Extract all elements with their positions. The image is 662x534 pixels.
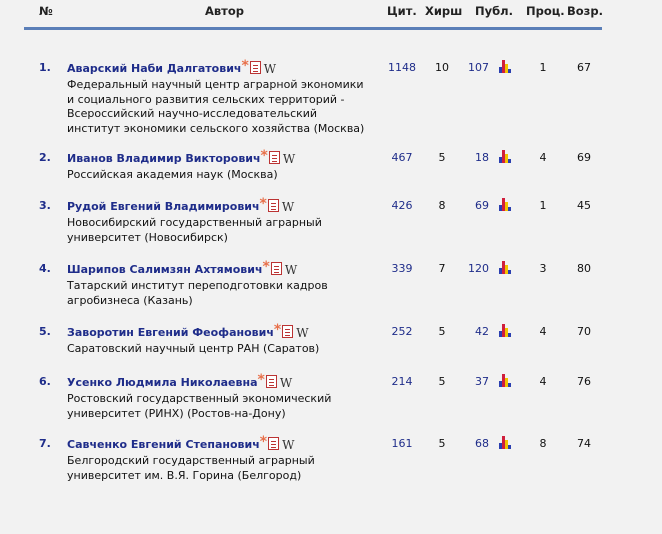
citations-link[interactable]: 214 (377, 375, 427, 388)
asterisk-icon: * (260, 148, 268, 164)
author-name[interactable]: Рудой Евгений Владимирович (67, 200, 260, 213)
author-organization: Ростовский государственный экономический… (67, 392, 332, 420)
row-number: 4. (39, 262, 51, 275)
citations-link[interactable]: 252 (377, 325, 427, 338)
publications-link[interactable]: 18 (449, 151, 489, 164)
author-name-link[interactable]: Аварский Наби Далгатович* W (67, 58, 276, 77)
age-value: 67 (577, 61, 591, 74)
wiki-icon[interactable]: W (285, 263, 297, 277)
header-rule (24, 27, 602, 30)
age-value: 80 (577, 262, 591, 275)
publications-link[interactable]: 107 (449, 61, 489, 74)
wiki-icon[interactable]: W (283, 152, 295, 166)
citations-link[interactable]: 467 (377, 151, 427, 164)
publications-link[interactable]: 69 (449, 199, 489, 212)
asterisk-icon: * (241, 58, 249, 74)
bar-chart-icon[interactable] (499, 150, 511, 163)
citations-link[interactable]: 426 (377, 199, 427, 212)
author-name[interactable]: Заворотин Евгений Феофанович (67, 326, 274, 339)
bar-chart-icon[interactable] (499, 436, 511, 449)
header-cit: Цит. (387, 4, 417, 18)
row-number: 3. (39, 199, 51, 212)
percent-value: 8 (539, 437, 547, 450)
author-name-link[interactable]: Иванов Владимир Викторович* W (67, 148, 295, 167)
row-number: 2. (39, 151, 51, 164)
age-value: 76 (577, 375, 591, 388)
age-value: 74 (577, 437, 591, 450)
header-author: Автор (205, 4, 244, 18)
author-name-link[interactable]: Рудой Евгений Владимирович* W (67, 196, 294, 215)
citations-link[interactable]: 161 (377, 437, 427, 450)
bar-chart-icon[interactable] (499, 324, 511, 337)
asterisk-icon: * (259, 196, 267, 212)
percent-value: 1 (539, 61, 547, 74)
age-value: 69 (577, 151, 591, 164)
publications-link[interactable]: 120 (449, 262, 489, 275)
percent-value: 4 (539, 375, 547, 388)
pdf-icon[interactable] (249, 61, 261, 74)
row-number: 5. (39, 325, 51, 338)
author-organization: Белгородский государственный аграрный ун… (67, 454, 315, 482)
publications-link[interactable]: 37 (449, 375, 489, 388)
percent-value: 4 (539, 325, 547, 338)
wiki-icon[interactable]: W (264, 62, 276, 76)
publications-link[interactable]: 68 (449, 437, 489, 450)
author-organization: Новосибирский государственный аграрный у… (67, 216, 322, 244)
publications-link[interactable]: 42 (449, 325, 489, 338)
pdf-icon[interactable] (270, 262, 282, 275)
bar-chart-icon[interactable] (499, 374, 511, 387)
table-header: № Автор Цит. Хирш Публ. Проц. Возр. (0, 4, 662, 22)
pdf-icon[interactable] (268, 151, 280, 164)
author-name[interactable]: Шарипов Салимзян Ахтямович (67, 263, 263, 276)
pdf-icon[interactable] (268, 437, 280, 450)
author-organization: Татарский институт переподготовки кадров… (67, 279, 328, 307)
author-name-link[interactable]: Заворотин Евгений Феофанович* W (67, 322, 309, 341)
asterisk-icon: * (259, 434, 268, 450)
pdf-icon[interactable] (265, 375, 277, 388)
asterisk-icon: * (262, 259, 270, 275)
header-publ: Публ. (475, 4, 513, 18)
age-value: 70 (577, 325, 591, 338)
bar-chart-icon[interactable] (499, 60, 511, 73)
bar-chart-icon[interactable] (499, 261, 511, 274)
citations-link[interactable]: 339 (377, 262, 427, 275)
author-name-link[interactable]: Шарипов Салимзян Ахтямович* W (67, 259, 297, 278)
row-number: 1. (39, 61, 51, 74)
header-age: Возр. (567, 4, 603, 18)
pdf-icon[interactable] (282, 325, 294, 338)
author-name[interactable]: Иванов Владимир Викторович (67, 152, 261, 165)
percent-value: 1 (539, 199, 547, 212)
percent-value: 3 (539, 262, 547, 275)
author-organization: Российская академия наук (Москва) (67, 168, 278, 181)
row-number: 7. (39, 437, 51, 450)
age-value: 45 (577, 199, 591, 212)
asterisk-icon: * (273, 322, 282, 338)
header-hirsch: Хирш (425, 4, 463, 18)
author-name[interactable]: Савченко Евгений Степанович (67, 438, 260, 451)
author-name-link[interactable]: Савченко Евгений Степанович* W (67, 434, 294, 453)
pdf-icon[interactable] (267, 199, 279, 212)
header-num: № (39, 4, 53, 18)
wiki-icon[interactable]: W (282, 438, 294, 452)
row-number: 6. (39, 375, 51, 388)
wiki-icon[interactable]: W (280, 376, 292, 390)
percent-value: 4 (539, 151, 547, 164)
author-name[interactable]: Усенко Людмила Николаевна (67, 376, 258, 389)
author-name[interactable]: Аварский Наби Далгатович (67, 62, 241, 75)
bar-chart-icon[interactable] (499, 198, 511, 211)
wiki-icon[interactable]: W (282, 200, 294, 214)
header-proc: Проц. (526, 4, 565, 18)
author-organization: Саратовский научный центр РАН (Саратов) (67, 342, 320, 355)
asterisk-icon: * (257, 372, 265, 388)
citations-link[interactable]: 1148 (377, 61, 427, 74)
author-name-link[interactable]: Усенко Людмила Николаевна* W (67, 372, 292, 391)
author-organization: Федеральный научный центр аграрной эконо… (67, 78, 365, 135)
wiki-icon[interactable]: W (296, 326, 308, 340)
